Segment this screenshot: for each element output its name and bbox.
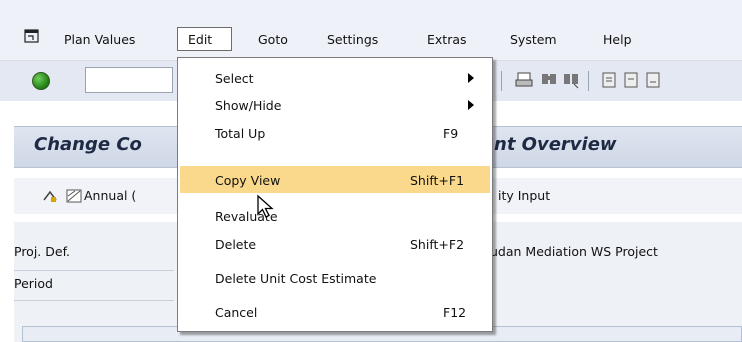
- display-change-icon[interactable]: [42, 188, 58, 204]
- menu-edit[interactable]: Edit: [188, 32, 212, 47]
- menu-plan-values[interactable]: Plan Values: [64, 32, 135, 47]
- menu-bar: Plan Values Edit Goto Settings Extras Sy…: [0, 0, 742, 60]
- menu-item-total-up[interactable]: Total Up F9: [180, 119, 490, 146]
- submenu-arrow-icon: [468, 73, 474, 83]
- toolbar-separator: [501, 71, 502, 91]
- menu-item-label: Cancel: [215, 305, 258, 320]
- menu-item-select[interactable]: Select: [180, 64, 490, 91]
- page-title: Change Co: [34, 134, 142, 155]
- previous-page-icon[interactable]: [622, 70, 640, 90]
- menu-item-revaluate[interactable]: Revaluate: [180, 202, 490, 229]
- menu-item-shortcut: Shift+F1: [410, 173, 465, 188]
- annual-overview-icon[interactable]: [66, 188, 82, 204]
- menu-item-shortcut: F9: [443, 126, 459, 141]
- menu-item-copy-view[interactable]: Copy View Shift+F1: [180, 166, 490, 193]
- period-label: Period: [14, 276, 53, 291]
- menu-item-delete-unit-cost-estimate[interactable]: Delete Unit Cost Estimate: [180, 264, 490, 291]
- page-title-right: nt Overview: [494, 134, 617, 155]
- menu-item-shortcut: Shift+F2: [410, 237, 465, 252]
- annual-overview-button[interactable]: Annual (: [84, 188, 136, 203]
- project-description-value: udan Mediation WS Project: [490, 244, 658, 259]
- menu-item-label: Delete Unit Cost Estimate: [215, 271, 377, 286]
- menu-item-delete[interactable]: Delete Shift+F2: [180, 230, 490, 257]
- menu-item-label: Show/Hide: [215, 98, 282, 113]
- menu-item-label: Delete: [215, 237, 257, 252]
- menu-goto[interactable]: Goto: [258, 32, 288, 47]
- next-page-icon[interactable]: [644, 70, 662, 90]
- field-divider: [14, 270, 174, 271]
- menu-item-show-hide[interactable]: Show/Hide: [180, 91, 490, 118]
- find-next-icon[interactable]: [562, 70, 580, 90]
- command-field[interactable]: [85, 67, 173, 93]
- first-page-icon[interactable]: [600, 70, 618, 90]
- menu-item-cancel[interactable]: Cancel F12: [180, 298, 490, 325]
- menu-extras[interactable]: Extras: [427, 32, 467, 47]
- menu-item-label: Total Up: [215, 126, 266, 141]
- menu-settings[interactable]: Settings: [327, 32, 378, 47]
- menu-item-label: Copy View: [215, 173, 281, 188]
- menu-item-shortcut: F12: [443, 305, 467, 320]
- system-menu-icon[interactable]: [24, 29, 39, 43]
- toolbar-separator: [588, 71, 589, 91]
- mouse-pointer-icon: [257, 194, 274, 218]
- menu-item-label: Select: [215, 71, 254, 86]
- submenu-arrow-icon: [468, 100, 474, 110]
- activity-input-button[interactable]: ity Input: [498, 188, 550, 203]
- find-icon[interactable]: [540, 70, 558, 90]
- field-divider: [14, 300, 174, 301]
- menu-system[interactable]: System: [510, 32, 557, 47]
- edit-dropdown-menu: Select Show/Hide Total Up F9 Copy View S…: [177, 57, 493, 332]
- print-icon[interactable]: [515, 70, 533, 90]
- menu-help[interactable]: Help: [603, 32, 632, 47]
- proj-def-label: Proj. Def.: [14, 244, 71, 259]
- enter-check-icon[interactable]: [32, 72, 50, 90]
